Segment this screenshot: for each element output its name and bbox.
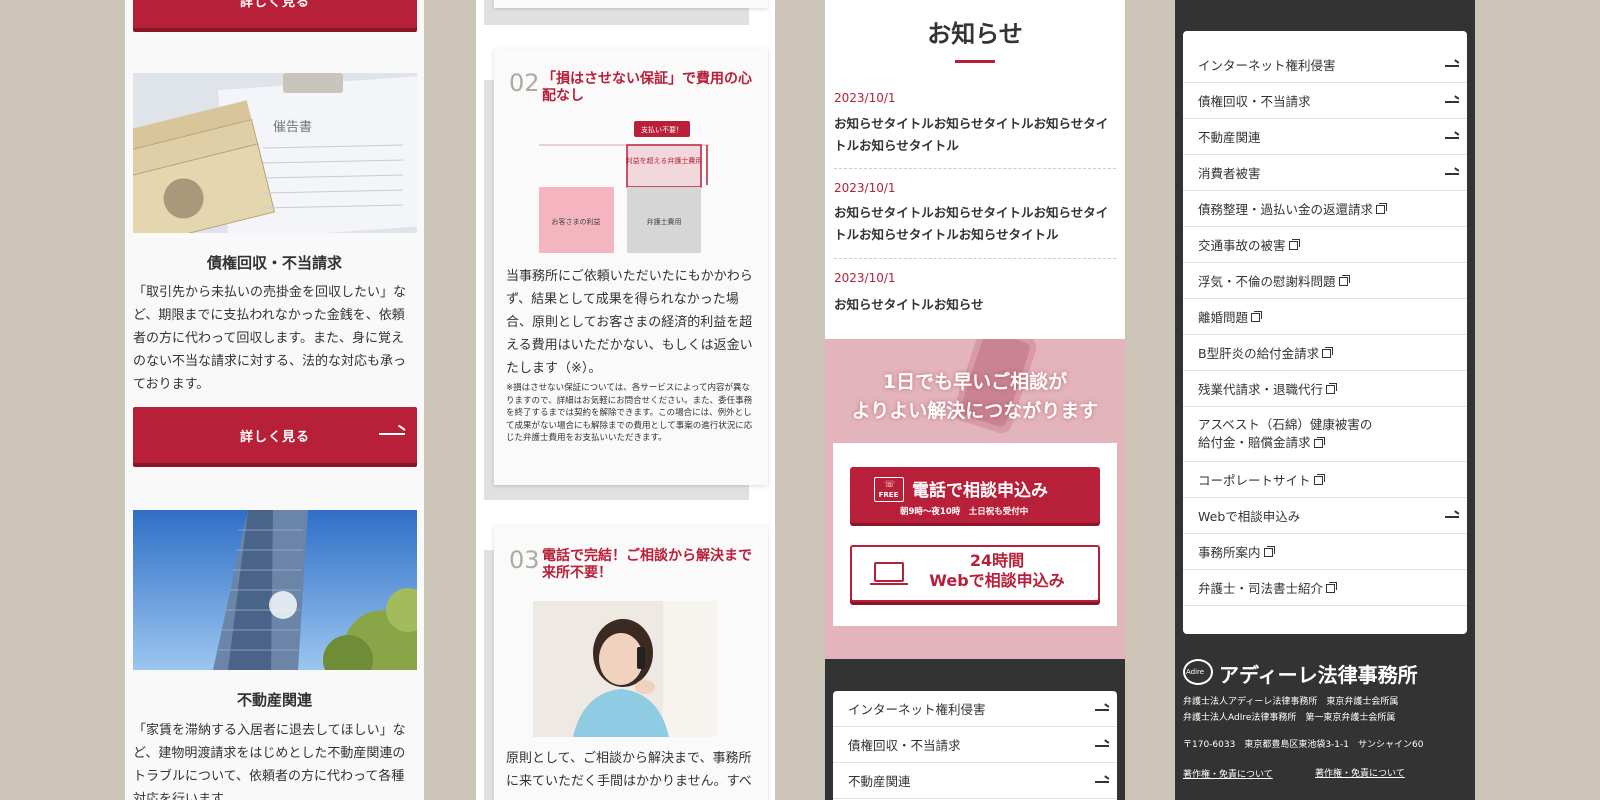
real-estate-photo <box>133 510 417 670</box>
external-link-icon <box>1313 437 1325 448</box>
external-link-icon <box>1326 383 1338 394</box>
nav-item[interactable]: Webで相談申込み <box>1183 498 1467 534</box>
cta-headline: 1日でも早いご相談が よりよい解決につながります <box>825 368 1125 426</box>
features-column: 02 「損はさせない保証」で費用の心配なし 支払い不要！ 利益を超える弁護士費用… <box>476 0 775 800</box>
nav-item[interactable]: 事務所案内 <box>1183 534 1467 570</box>
arrow-right-icon <box>1445 516 1459 518</box>
phone-consult-label: 電話で相談申込み <box>912 481 1048 501</box>
web-consult-label: 24時間 Webで相談申込み <box>929 551 1065 590</box>
feature-note: ※損はさせない保証については、各サービスによって内容が異なりますので、詳細はお気… <box>506 383 753 443</box>
card-text: 「取引先から未払いの売掛金を回収したい」など、期限までに支払われなかった金銭を、… <box>133 285 407 392</box>
phone-consultation-photo <box>533 601 717 737</box>
footer-legal-link[interactable]: 著作権・免責について <box>1183 767 1273 780</box>
news-column: お知らせ 2023/10/1 お知らせタイトルお知らせタイトルお知らせタイトルお… <box>825 0 1125 800</box>
arrow-right-icon <box>1095 745 1109 747</box>
nav-item[interactable]: 残業代請求・退職代行 <box>1183 371 1467 407</box>
news-divider <box>834 168 1116 169</box>
details-button-top[interactable]: 詳しく見る <box>133 0 417 28</box>
diagram-right-bar: 弁護士費用 <box>647 217 682 226</box>
details-button-label: 詳しく見る <box>239 429 310 445</box>
nav-item[interactable]: 交通事故の被害 <box>1183 227 1467 263</box>
news-title-link[interactable]: お知らせタイトルお知らせタイトルお知らせタイトルお知らせタイトルお知らせタイトル <box>834 202 1116 246</box>
feature-number: 02 <box>509 69 540 97</box>
arrow-right-icon <box>1445 173 1459 175</box>
nav-item[interactable]: 離婚問題 <box>1183 299 1467 335</box>
free-dial-icon: FREE ☏ <box>874 477 904 502</box>
footer-address: 〒170-6033 東京都豊島区東池袋3-1-1 サンシャイン60 <box>1183 740 1424 750</box>
feature-text: 当事務所にご依頼いただいたにもかかわらず、結果として成果を得られなかった場合、原… <box>506 269 753 376</box>
footer-band: インターネット権利侵害 債権回収・不当請求 不動産関連 <box>825 659 1125 800</box>
logo-text: アディーレ法律事務所 <box>1219 663 1418 687</box>
external-link-icon <box>1313 474 1325 485</box>
nav-item[interactable]: 消費者被害 <box>1183 155 1467 191</box>
logo-mark-icon: Adire <box>1183 659 1213 685</box>
news-title-link[interactable]: お知らせタイトルお知らせ <box>834 294 1116 316</box>
details-button[interactable]: 詳しく見る <box>133 407 417 463</box>
footer-nav-column: インターネット権利侵害 債権回収・不当請求 不動産関連 消費者被害 債務整理・過… <box>1175 0 1475 800</box>
card-text: 「家賃を滞納する入居者に退去してほしい」など、建物明渡請求をはじめとした不動産関… <box>133 723 406 800</box>
arrow-right-icon <box>1095 709 1109 711</box>
feature-card-03: 03 電話で完結！ご相談から解決まで来所不要！ 原則として、ご相談から解決まで、… <box>494 526 768 800</box>
guarantee-diagram: 支払い不要！ 利益を超える弁護士費用 お客さまの利益 弁護士費用 <box>539 121 709 253</box>
footer-legal-link[interactable]: 著作権・免責について <box>1315 766 1405 779</box>
nav-item[interactable]: B型肝炎の給付金請求 <box>1183 335 1467 371</box>
feature-title: 電話で完結！ご相談から解決まで来所不要！ <box>542 548 752 581</box>
web-consult-button[interactable]: 24時間 Webで相談申込み <box>850 545 1100 602</box>
external-link-icon <box>1251 311 1263 322</box>
nav-item[interactable]: 弁護士・司法書士紹介 <box>1183 570 1467 606</box>
feature-number: 03 <box>509 546 540 574</box>
phone-consult-button[interactable]: FREE ☏ 電話で相談申込み 朝9時〜夜10時 土日祝も受付中 <box>850 467 1100 523</box>
diagram-badge: 支払い不要！ <box>641 125 683 134</box>
news-date: 2023/10/1 <box>834 181 896 195</box>
nav-item[interactable]: 債務整理・過払い金の返還請求 <box>1183 191 1467 227</box>
external-link-icon <box>1338 275 1350 286</box>
nav-item[interactable]: 不動産関連 <box>833 763 1117 799</box>
external-link-icon <box>1326 582 1338 593</box>
news-date: 2023/10/1 <box>834 91 896 105</box>
external-link-icon <box>1288 239 1300 250</box>
footer-firm-line: 弁護士法人AdIre法律事務所 第一東京弁護士会所属 <box>1183 713 1396 723</box>
feature-text: 原則として、ご相談から解決まで、事務所に来ていただく手間はかかりません。すべ <box>506 751 752 789</box>
card-title: 債権回収・不当請求 <box>206 254 342 272</box>
feature-title: 「損はさせない保証」で費用の心配なし <box>542 71 752 104</box>
service-column: 詳しく見る 催告書 債権回収・不当請求 「取引先から未払いの売掛金を回収したい」… <box>125 0 424 800</box>
news-heading: お知らせ <box>927 20 1023 48</box>
debt-collection-photo: 催告書 <box>133 73 417 233</box>
nav-item[interactable]: 浮気・不倫の慰謝料問題 <box>1183 263 1467 299</box>
cta-line2: よりよい解決につながります <box>851 400 1099 422</box>
details-button-label: 詳しく見る <box>239 0 310 10</box>
feature-card-02: 02 「損はさせない保証」で費用の心配なし 支払い不要！ 利益を超える弁護士費用… <box>494 49 768 485</box>
feature-card-prev <box>494 0 768 8</box>
arrow-right-icon <box>1445 101 1459 103</box>
nav-item[interactable]: コーポレートサイト <box>1183 462 1467 498</box>
cta-line1: 1日でも早いご相談が <box>882 371 1068 393</box>
external-link-icon <box>1322 347 1334 358</box>
diagram-box-top: 利益を超える弁護士費用 <box>626 156 703 165</box>
card-title: 不動産関連 <box>236 691 312 709</box>
news-divider <box>834 258 1116 259</box>
nav-item[interactable]: インターネット権利侵害 <box>833 691 1117 727</box>
photo-caption: 催告書 <box>273 120 312 135</box>
news-title-link[interactable]: お知らせタイトルお知らせタイトルお知らせタイトルお知らせタイトル <box>834 113 1116 157</box>
footer-logo[interactable]: Adire アディーレ法律事務所 <box>1183 657 1473 687</box>
external-link-icon <box>1263 546 1275 557</box>
nav-list: インターネット権利侵害 債権回収・不当請求 不動産関連 消費者被害 債務整理・過… <box>1183 31 1467 634</box>
external-link-icon <box>1376 203 1388 214</box>
nav-item[interactable]: 債権回収・不当請求 <box>833 727 1117 763</box>
arrow-right-icon <box>1445 65 1459 67</box>
arrow-right-icon <box>1095 781 1109 783</box>
news-date: 2023/10/1 <box>834 271 896 285</box>
arrow-right-icon <box>379 433 405 435</box>
nav-item[interactable]: 不動産関連 <box>1183 119 1467 155</box>
nav-item[interactable]: インターネット権利侵害 <box>1183 47 1467 83</box>
arrow-right-icon <box>1445 137 1459 139</box>
nav-item[interactable]: 債権回収・不当請求 <box>1183 83 1467 119</box>
nav-item[interactable]: アスベスト（石綿）健康被害の 給付金・賠償金請求 <box>1183 407 1467 462</box>
heading-underline <box>955 60 995 63</box>
nav-list: インターネット権利侵害 債権回収・不当請求 不動産関連 <box>833 691 1117 800</box>
laptop-icon <box>874 562 904 582</box>
phone-hours: 朝9時〜夜10時 土日祝も受付中 <box>900 507 1029 517</box>
footer-firm-line: 弁護士法人アディーレ法律事務所 東京弁護士会所属 <box>1183 697 1399 707</box>
diagram-left-bar: お客さまの利益 <box>552 217 601 226</box>
